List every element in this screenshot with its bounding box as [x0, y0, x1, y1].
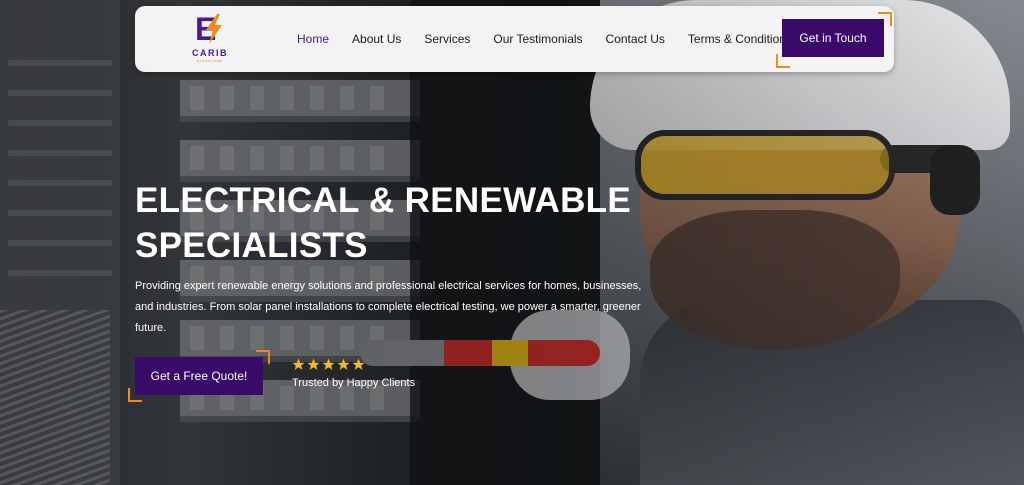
free-quote-wrapper: Get a Free Quote!	[128, 350, 270, 402]
main-nav: Home About Us Services Our Testimonials …	[297, 6, 815, 72]
bolt-e-logo-icon: E	[193, 12, 227, 46]
trust-text: Trusted by Happy Clients	[292, 377, 416, 389]
star-icon	[322, 358, 335, 370]
navbar: E CARIB electrical Home About Us Service…	[135, 6, 894, 72]
nav-link-services[interactable]: Services	[424, 32, 470, 46]
hero-title: ELECTRICAL & RENEWABLE SPECIALISTS	[135, 178, 675, 268]
star-icon	[292, 358, 305, 370]
nav-link-about-us[interactable]: About Us	[352, 32, 401, 46]
hero-title-line1: ELECTRICAL & RENEWABLE	[135, 181, 631, 220]
brand-logo[interactable]: E CARIB electrical	[185, 12, 235, 68]
star-icon	[352, 358, 365, 370]
nav-link-contact-us[interactable]: Contact Us	[606, 32, 665, 46]
trust-badge: Trusted by Happy Clients	[292, 358, 415, 389]
brand-tagline: electrical	[197, 58, 223, 63]
rating-stars	[292, 358, 415, 372]
hero-description: Providing expert renewable energy soluti…	[135, 280, 642, 334]
star-icon	[307, 358, 320, 370]
brand-name: CARIB	[192, 48, 228, 58]
get-in-touch-button[interactable]: Get in Touch	[782, 19, 884, 57]
hero-title-line2: SPECIALISTS	[135, 226, 368, 265]
nav-link-our-testimonials[interactable]: Our Testimonials	[493, 32, 582, 46]
get-in-touch-wrapper: Get in Touch	[776, 12, 896, 68]
nav-link-home[interactable]: Home	[297, 32, 329, 46]
get-free-quote-button[interactable]: Get a Free Quote!	[135, 357, 263, 395]
star-icon	[337, 358, 350, 370]
lightning-bolt-icon	[206, 14, 222, 44]
